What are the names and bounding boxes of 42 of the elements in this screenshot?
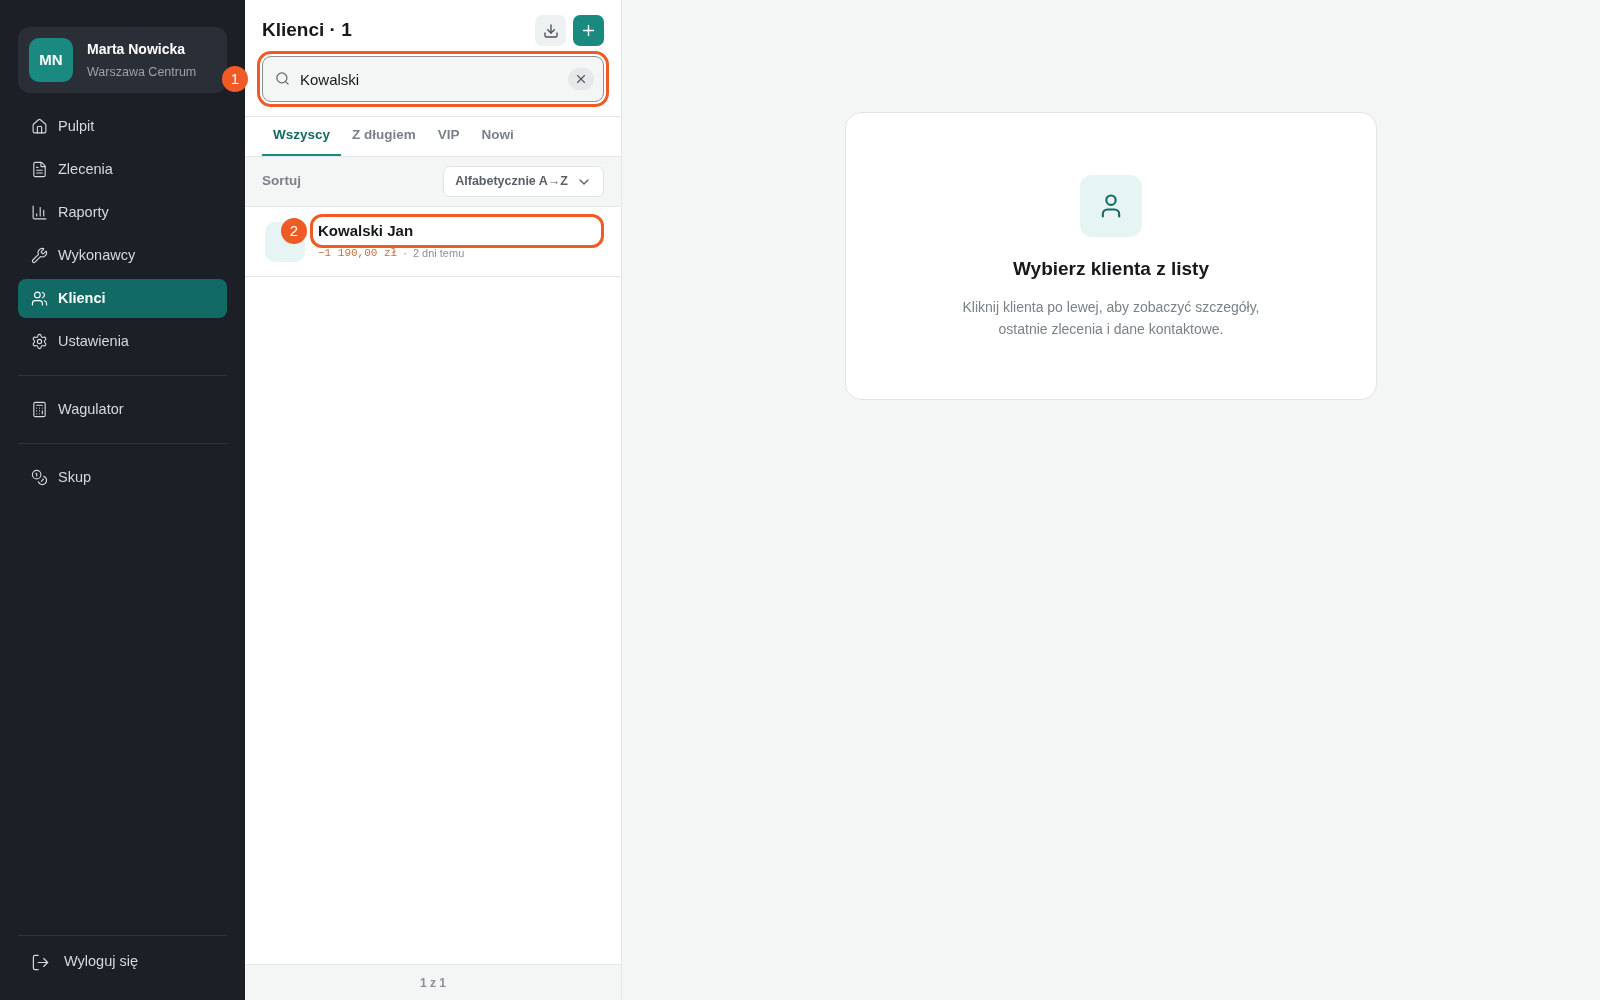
nav-item[interactable]: Wykonawcy [18,236,227,275]
nav-item[interactable]: Klienci [18,279,227,318]
sort-label: Sortuj [262,172,301,191]
close-icon [574,72,588,86]
client-name: Kowalski Jan [313,217,601,246]
coins-icon [31,469,48,486]
nav-item[interactable]: Raporty [18,193,227,232]
client-balance: −1 190,00 zł [318,246,398,262]
user-name: Marta Nowicka [87,39,187,59]
gear-icon [31,333,48,350]
export-button[interactable] [535,15,566,46]
add-button[interactable] [573,15,604,46]
empty-state-title: Wybierz klienta z listy [1012,257,1210,281]
plus-icon [580,22,597,39]
step-marker: 2 [281,218,307,244]
nav-item[interactable]: Skup [18,458,227,497]
separator-dot: · [403,246,407,262]
client-row[interactable]: 2 Kowalski Jan −1 190,00 zł · 2 dni temu [245,207,621,277]
nav-item[interactable]: Wagulator [18,390,227,429]
users-icon [31,290,48,307]
search-icon [275,71,290,86]
avatar: MN [29,38,73,82]
calculator-icon [31,401,48,418]
panel-title: Klienci · 1 [262,18,352,43]
logout-link[interactable]: Wyloguj się [18,946,227,978]
download-icon [542,22,559,39]
empty-state-text: Kliknij klienta po lewej, aby zobaczyć szczegóły, ostatnie zlecenia i dane kontaktowe. [961,297,1261,339]
logout-icon [31,952,50,972]
user-location: Warszawa Centrum [87,63,197,81]
chart-icon [31,204,48,221]
nav-item[interactable]: Pulpit [18,107,227,146]
nav-item[interactable]: Ustawienia [18,322,227,361]
filter-tab[interactable]: VIP [426,117,471,156]
wrench-icon [31,247,48,264]
file-icon [31,161,48,178]
filter-tab[interactable]: Nowi [470,117,525,156]
filter-tab[interactable]: Z długiem [341,117,427,156]
sort-dropdown[interactable]: Alfabetycznie A→Z [443,166,604,197]
pagination-label: 1 z 1 [420,974,446,992]
client-last-activity: 2 dni temu [412,246,465,262]
home-icon [31,118,48,135]
nav-item[interactable]: Zlecenia [18,150,227,189]
